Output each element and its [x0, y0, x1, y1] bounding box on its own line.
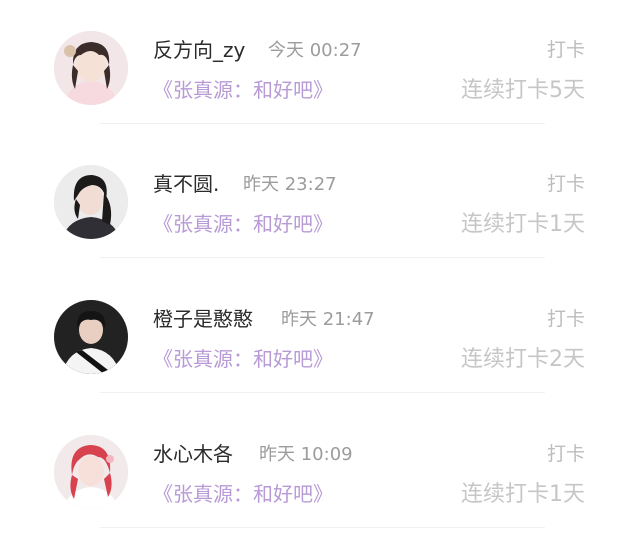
user-name[interactable]: 橙子是憨憨 [153, 303, 253, 332]
streak-text: 连续打卡5天 [461, 78, 585, 103]
divider [100, 392, 545, 393]
checkin-feed: 反方向_zy 今天 00:27 打卡 《张真源：和好吧》 连续打卡5天 真不圆.… [0, 0, 640, 535]
checkin-action-label: 打卡 [546, 443, 585, 465]
streak-text: 连续打卡2天 [461, 347, 585, 372]
song-link[interactable]: 《张真源：和好吧》 [153, 74, 333, 103]
avatar-image [54, 165, 128, 239]
feed-item[interactable]: 真不圆. 昨天 23:27 打卡 《张真源：和好吧》 连续打卡1天 [0, 134, 640, 268]
user-avatar[interactable] [54, 435, 128, 509]
feed-item[interactable]: 反方向_zy 今天 00:27 打卡 《张真源：和好吧》 连续打卡5天 [0, 0, 640, 134]
avatar-image [54, 435, 128, 509]
divider [100, 527, 545, 528]
song-link[interactable]: 《张真源：和好吧》 [153, 478, 333, 507]
user-avatar[interactable] [54, 31, 128, 105]
feed-item[interactable]: 水心木各 昨天 10:09 打卡 《张真源：和好吧》 连续打卡1天 [0, 404, 640, 538]
post-time: 昨天 10:09 [259, 444, 353, 465]
song-link[interactable]: 《张真源：和好吧》 [153, 343, 333, 372]
checkin-action-label: 打卡 [546, 308, 585, 330]
avatar-image [54, 300, 128, 374]
streak-text: 连续打卡1天 [461, 482, 585, 507]
feed-item[interactable]: 橙子是憨憨 昨天 21:47 打卡 《张真源：和好吧》 连续打卡2天 [0, 269, 640, 403]
user-name[interactable]: 真不圆. [153, 168, 219, 197]
post-time: 今天 00:27 [268, 40, 362, 61]
streak-text: 连续打卡1天 [461, 212, 585, 237]
divider [100, 123, 545, 124]
post-time: 昨天 23:27 [243, 174, 337, 195]
checkin-action-label: 打卡 [546, 173, 585, 195]
checkin-action-label: 打卡 [546, 39, 585, 61]
post-time: 昨天 21:47 [281, 309, 375, 330]
song-link[interactable]: 《张真源：和好吧》 [153, 208, 333, 237]
avatar-image [54, 31, 128, 105]
user-name[interactable]: 反方向_zy [153, 34, 245, 63]
user-name[interactable]: 水心木各 [153, 438, 233, 467]
user-avatar[interactable] [54, 300, 128, 374]
divider [100, 257, 545, 258]
user-avatar[interactable] [54, 165, 128, 239]
